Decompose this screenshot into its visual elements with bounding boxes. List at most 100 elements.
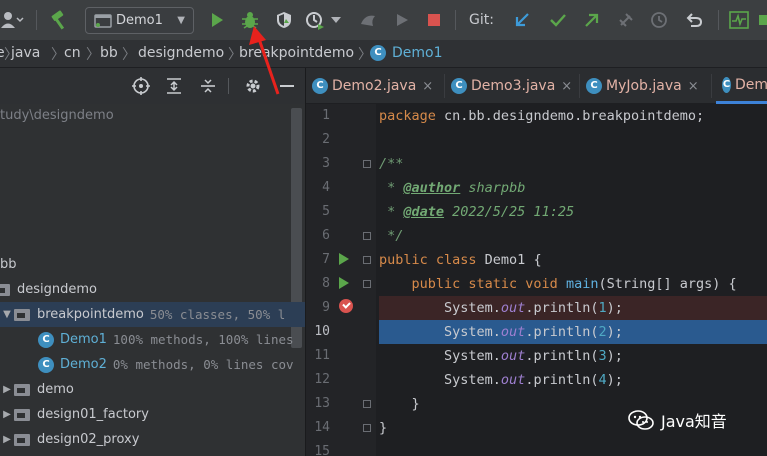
tree-item-bb[interactable]: bb: [0, 252, 305, 277]
build-hammer-icon[interactable]: [48, 8, 72, 32]
tab-demo3-java[interactable]: C Demo3.java ×: [451, 68, 572, 104]
class-icon: C: [722, 76, 731, 93]
chevron-down-icon[interactable]: [329, 8, 343, 32]
stop-icon[interactable]: [422, 8, 446, 32]
tree-item-design02-proxy[interactable]: ▶ design02_proxy: [0, 427, 305, 452]
close-icon[interactable]: ×: [688, 79, 699, 94]
project-panel: tudy\designdemo bb designdemo ▼ breakpoi…: [0, 68, 305, 456]
close-icon[interactable]: ×: [561, 79, 572, 94]
line-number: 14: [314, 420, 330, 435]
code-line-4[interactable]: * @author sharpbb: [379, 176, 767, 200]
breadcrumb-item-bb[interactable]: bb: [100, 45, 118, 61]
more-icon[interactable]: [757, 8, 767, 32]
tree-item-breakpointdemo[interactable]: ▼ breakpointdemo 50% classes, 50% l: [0, 302, 305, 327]
chevron-right-icon: ▶: [3, 434, 11, 445]
breadcrumb-item-designdemo[interactable]: designdemo: [138, 45, 224, 61]
line-number: 12: [314, 372, 330, 387]
coverage-summary: 50% classes, 50% l: [149, 307, 286, 322]
line-number: 4: [322, 180, 330, 195]
breadcrumb-item-java[interactable]: java: [11, 45, 40, 61]
code-line-11[interactable]: System. out .println(3);: [379, 344, 767, 368]
breadcrumb-item-demo1[interactable]: C Demo1: [370, 45, 443, 61]
git-merge-icon[interactable]: [614, 8, 638, 32]
code-line-5[interactable]: * @date 2022/5/25 11:25: [379, 200, 767, 224]
line-number: 13: [314, 396, 330, 411]
git-push-icon[interactable]: [580, 8, 604, 32]
chevron-down-icon: ▼: [177, 15, 185, 26]
tree-item-design01-factory[interactable]: ▶ design01_factory: [0, 402, 305, 427]
folder-icon: [14, 383, 30, 396]
watermark-text: Java知音: [661, 412, 727, 431]
tree-item-label: Demo1: [60, 332, 107, 347]
class-icon: C: [370, 45, 386, 61]
class-icon: C: [312, 78, 328, 94]
resume-icon[interactable]: [390, 8, 414, 32]
watermark: Java知音: [627, 408, 727, 432]
history-clock-icon[interactable]: [647, 8, 671, 32]
tab-label: Demo2.java: [332, 78, 417, 94]
wechat-icon: [628, 410, 654, 430]
locate-target-icon[interactable]: [129, 74, 153, 98]
close-icon[interactable]: ×: [422, 79, 433, 94]
git-label: Git:: [469, 12, 494, 28]
code-line-10-current[interactable]: System. out .println(2);: [379, 320, 767, 344]
run-icon[interactable]: [205, 8, 229, 32]
tab-myjob-java[interactable]: C MyJob.java ×: [586, 68, 699, 104]
expand-all-icon[interactable]: [162, 74, 186, 98]
class-icon: C: [586, 78, 602, 94]
code-line-7[interactable]: public class Demo1 {: [379, 248, 767, 272]
user-icon[interactable]: [0, 8, 24, 32]
run-gutter-icon[interactable]: [339, 253, 349, 265]
line-number: 2: [322, 132, 330, 147]
run-configuration-selector[interactable]: Demo1 ▼: [85, 7, 194, 34]
application-icon: [94, 13, 112, 28]
run-gutter-icon[interactable]: [339, 277, 349, 289]
code-line-8[interactable]: public static void main (String[] args) {: [379, 272, 767, 296]
fold-marker[interactable]: [363, 400, 371, 408]
minimize-icon[interactable]: [275, 74, 299, 98]
code-line-9-breakpoint[interactable]: System. out .println(1);: [379, 296, 767, 320]
collapse-all-icon[interactable]: [196, 74, 220, 98]
rollback-icon[interactable]: [682, 8, 706, 32]
tab-demo1-java[interactable]: C Dem: [716, 68, 767, 104]
line-number: 8: [322, 276, 330, 291]
tab-label: Dem: [734, 76, 767, 93]
activity-monitor-icon[interactable]: [727, 8, 751, 32]
breadcrumb-item-breakpointdemo[interactable]: breakpointdemo: [239, 45, 354, 61]
tab-demo2-java[interactable]: C Demo2.java ×: [312, 68, 433, 104]
fold-marker[interactable]: [363, 280, 371, 288]
tree-item-demo1[interactable]: C Demo1 100% methods, 100% lines: [0, 327, 305, 352]
tree-item-demo2[interactable]: C Demo2 0% methods, 0% lines cov: [0, 352, 305, 377]
code-line-6[interactable]: */: [379, 224, 767, 248]
editor-tabs: C Demo2.java × C Demo3.java × C MyJob.ja…: [306, 68, 767, 104]
profiler-icon[interactable]: [303, 8, 327, 32]
code-line-12[interactable]: System. out .println(4);: [379, 368, 767, 392]
code-line-3[interactable]: /**: [379, 152, 767, 176]
breakpoint-icon[interactable]: [339, 299, 353, 313]
tree-item-designdemo[interactable]: designdemo: [0, 277, 305, 302]
code-line-1[interactable]: package cn.bb.designdemo.breakpointdemo;: [379, 104, 767, 128]
folder-icon: [14, 408, 30, 421]
line-number: 9: [322, 300, 330, 315]
tree-item-label: designdemo: [17, 282, 97, 297]
debug-bug-icon[interactable]: [238, 8, 262, 32]
tree-item-demo[interactable]: ▶ demo: [0, 377, 305, 402]
breadcrumb: e 〉 java 〉 cn 〉 bb 〉 designdemo 〉 breakp…: [0, 40, 767, 68]
breadcrumb-item-cn[interactable]: cn: [64, 45, 81, 61]
line-number: 3: [322, 156, 330, 171]
git-commit-check-icon[interactable]: [546, 8, 570, 32]
folder-icon: [14, 308, 30, 321]
breadcrumb-item-demo1-label: Demo1: [392, 45, 443, 61]
main-toolbar: Demo1 ▼ Git:: [0, 0, 767, 40]
fold-marker[interactable]: [363, 424, 371, 432]
attach-debugger-icon[interactable]: [356, 8, 380, 32]
gear-icon[interactable]: [241, 74, 265, 98]
coverage-shield-icon[interactable]: [272, 8, 296, 32]
line-number: 7: [322, 252, 330, 267]
fold-marker[interactable]: [363, 160, 371, 168]
chevron-down-icon: ▼: [3, 309, 11, 320]
line-number: 11: [314, 348, 330, 363]
git-update-icon[interactable]: [510, 8, 534, 32]
fold-marker[interactable]: [363, 256, 371, 264]
fold-marker[interactable]: [363, 232, 371, 240]
